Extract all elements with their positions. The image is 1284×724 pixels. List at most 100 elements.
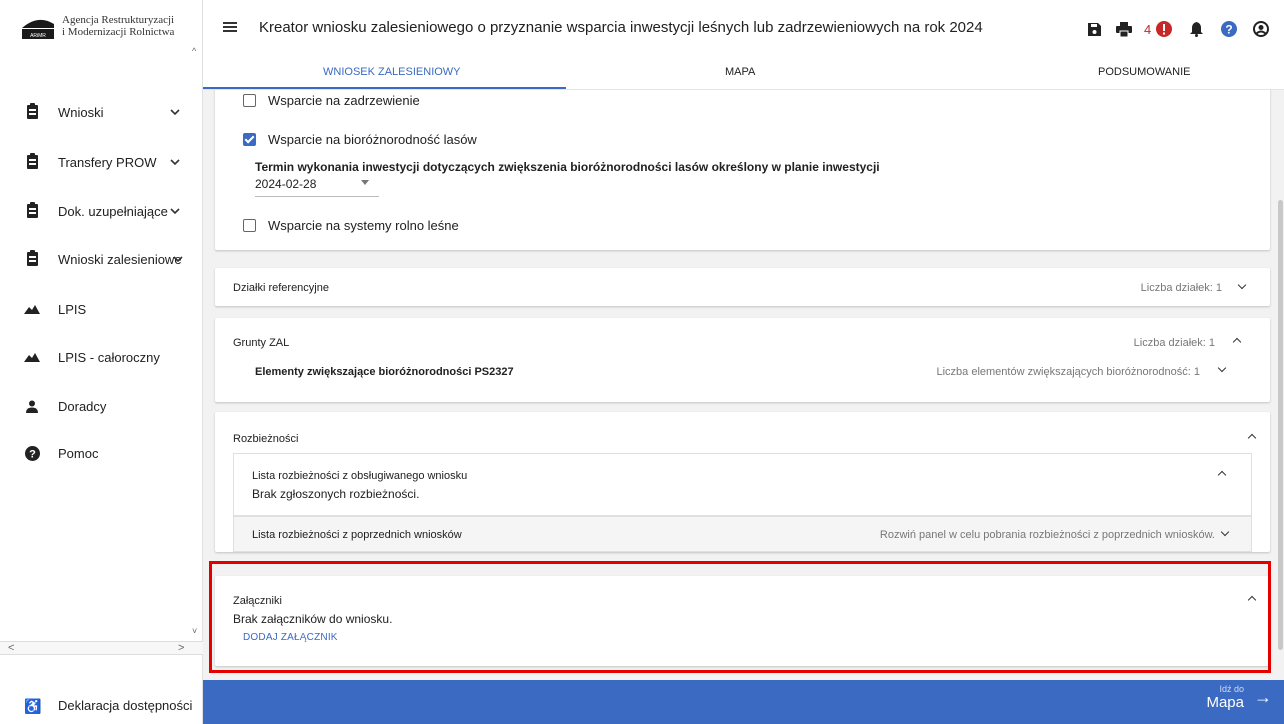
panel-count: Liczba działek: 1 bbox=[1133, 337, 1215, 349]
tab-bar: WNIOSEK ZALESIENIOWY MAPA PODSUMOWANIE bbox=[203, 57, 1284, 90]
checkbox-label: Wsparcie na bioróżnorodność lasów bbox=[268, 132, 477, 147]
chevron-down-icon bbox=[170, 107, 180, 118]
chevron-up-icon[interactable] bbox=[1233, 336, 1241, 344]
save-icon[interactable] bbox=[1087, 22, 1102, 37]
help-icon: ? bbox=[24, 445, 40, 461]
agency-name-line1: Agencja Restrukturyzacji bbox=[62, 14, 175, 26]
scroll-left-icon[interactable]: < bbox=[8, 642, 14, 654]
main-content: Wsparcie na zadrzewienie Wsparcie na bio… bbox=[203, 90, 1284, 680]
tab-mapa[interactable]: MAPA bbox=[725, 66, 755, 78]
sidebar-item-wnioski-zalesieniowe[interactable]: Wnioski zalesieniowe bbox=[0, 244, 192, 274]
sidebar-item-label: Wnioski bbox=[58, 104, 104, 120]
account-icon[interactable] bbox=[1253, 21, 1270, 37]
checkbox-row-bioroznorodnosc[interactable]: Wsparcie na bioróżnorodność lasów bbox=[243, 132, 477, 147]
mountain-icon bbox=[24, 301, 40, 317]
subpanel-current-discrepancies[interactable]: Lista rozbieżności z obsługiwanego wnios… bbox=[233, 453, 1252, 516]
accessibility-declaration-link[interactable]: ♿ Deklaracja dostępności bbox=[0, 696, 203, 716]
header-actions: 4 ? bbox=[1073, 16, 1270, 42]
tab-podsumowanie[interactable]: PODSUMOWANIE bbox=[1098, 66, 1191, 78]
sidebar-item-lpis-caloroczny[interactable]: LPIS - całoroczny bbox=[0, 342, 192, 372]
alert-icon bbox=[1156, 21, 1173, 37]
page-title: Kreator wniosku zalesieniowego o przyzna… bbox=[259, 19, 983, 36]
sidebar-item-label: LPIS bbox=[58, 301, 87, 317]
subpanel-count: Liczba elementów zwiększających bioróżno… bbox=[936, 366, 1200, 378]
checkbox-systemy-rolno-lesne[interactable] bbox=[243, 219, 256, 232]
subpanel-title: Lista rozbieżności z poprzednich wnioskó… bbox=[252, 529, 462, 541]
checkbox-row-systemy[interactable]: Wsparcie na systemy rolno leśne bbox=[243, 218, 459, 233]
chevron-down-icon bbox=[170, 157, 180, 168]
mountain-icon bbox=[24, 349, 40, 365]
accessibility-declaration-label: Deklaracja dostępności bbox=[58, 698, 193, 713]
clipboard-icon bbox=[24, 103, 40, 120]
panel-grunty-zal[interactable]: Grunty ZAL Liczba działek: 1 Elementy zw… bbox=[215, 318, 1270, 402]
chevron-up-icon[interactable] bbox=[1248, 594, 1256, 602]
svg-text:ARiMR: ARiMR bbox=[30, 33, 46, 39]
chevron-down-icon[interactable] bbox=[1238, 282, 1246, 290]
goto-map-button[interactable]: Idź do Mapa → bbox=[1206, 684, 1272, 711]
subpanel-title: Lista rozbieżności z obsługiwanego wnios… bbox=[252, 470, 468, 482]
checkbox-row-zadrzewienie[interactable]: Wsparcie na zadrzewienie bbox=[243, 93, 420, 108]
sidebar: ARiMR Agencja Restrukturyzacji i Moderni… bbox=[0, 0, 203, 724]
termin-value: 2024-02-28 bbox=[255, 177, 317, 191]
chevron-down-icon[interactable] bbox=[1221, 529, 1229, 537]
panel-rozbieznosci[interactable]: Rozbieżności Lista rozbieżności z obsług… bbox=[215, 412, 1270, 552]
sidebar-scroll-down-icon[interactable]: ˅ bbox=[192, 626, 197, 636]
tab-wniosek-zalesieniowy[interactable]: WNIOSEK ZALESIENIOWY bbox=[323, 66, 461, 78]
checkbox-bioroznorodnosc[interactable] bbox=[243, 133, 256, 146]
panel-dzialki-referencyjne[interactable]: Działki referencyjne Liczba działek: 1 bbox=[215, 268, 1270, 306]
menu-icon[interactable] bbox=[223, 22, 237, 32]
arrow-right-icon: → bbox=[1254, 687, 1272, 707]
scroll-right-icon[interactable]: > bbox=[178, 642, 184, 654]
active-tab-indicator bbox=[203, 87, 566, 89]
panel-title: Rozbieżności bbox=[233, 433, 299, 445]
no-discrepancies-text: Brak zgłoszonych rozbieżności. bbox=[252, 487, 420, 501]
sidebar-item-label: Dok. uzupełniające bbox=[58, 203, 168, 219]
panel-zalaczniki[interactable]: Załączniki Brak załączników do wniosku. … bbox=[215, 576, 1270, 666]
clipboard-icon bbox=[24, 250, 40, 267]
sidebar-item-label: Wnioski zalesieniowe bbox=[58, 251, 182, 267]
chevron-up-icon[interactable] bbox=[1248, 432, 1256, 440]
agency-name-line2: i Modernizacji Rolnictwa bbox=[62, 26, 175, 38]
sidebar-scroll-up-icon[interactable]: ^ bbox=[192, 46, 196, 56]
termin-date-select[interactable]: 2024-02-28 bbox=[255, 175, 379, 197]
chevron-down-icon[interactable] bbox=[1218, 365, 1226, 373]
clipboard-icon bbox=[24, 153, 40, 170]
no-attachments-text: Brak załączników do wniosku. bbox=[233, 612, 393, 626]
help-icon[interactable]: ? bbox=[1221, 21, 1238, 37]
panel-title: Działki referencyjne bbox=[233, 282, 329, 294]
goto-small-label: Idź do bbox=[1219, 684, 1244, 694]
scrollbar-thumb[interactable] bbox=[1278, 200, 1283, 650]
checkbox-zadrzewienie[interactable] bbox=[243, 94, 256, 107]
arimr-logo-icon: ARiMR bbox=[22, 19, 54, 39]
svg-text:?: ? bbox=[1226, 23, 1233, 37]
sidebar-item-wnioski[interactable]: Wnioski bbox=[0, 97, 192, 127]
add-attachment-button[interactable]: DODAJ ZAŁĄCZNIK bbox=[243, 632, 338, 643]
sidebar-item-label: Doradcy bbox=[58, 398, 107, 414]
checkbox-label: Wsparcie na zadrzewienie bbox=[268, 93, 420, 108]
chevron-up-icon[interactable] bbox=[1218, 469, 1226, 477]
bell-icon[interactable] bbox=[1190, 21, 1204, 37]
agency-logo[interactable]: ARiMR Agencja Restrukturyzacji i Moderni… bbox=[20, 14, 174, 40]
sidebar-item-label: Transfery PROW bbox=[58, 154, 157, 170]
sidebar-item-lpis[interactable]: LPIS bbox=[0, 294, 192, 324]
support-options-card: Wsparcie na zadrzewienie Wsparcie na bio… bbox=[215, 90, 1270, 250]
sidebar-item-doradcy[interactable]: Doradcy bbox=[0, 391, 192, 421]
alerts-indicator[interactable]: 4 bbox=[1144, 21, 1173, 37]
termin-label: Termin wykonania inwestycji dotyczących … bbox=[255, 160, 880, 174]
panel-title: Grunty ZAL bbox=[233, 337, 290, 349]
print-icon[interactable] bbox=[1116, 21, 1132, 37]
dropdown-arrow-icon bbox=[361, 180, 369, 185]
sidebar-item-dok-uzupelniajace[interactable]: Dok. uzupełniające bbox=[0, 196, 192, 226]
alert-count: 4 bbox=[1144, 21, 1152, 37]
subpanel-previous-discrepancies[interactable]: Lista rozbieżności z poprzednich wnioskó… bbox=[233, 516, 1252, 552]
person-icon bbox=[24, 398, 40, 414]
app-header: Kreator wniosku zalesieniowego o przyzna… bbox=[203, 0, 1284, 90]
sidebar-item-transfery-prow[interactable]: Transfery PROW bbox=[0, 147, 192, 177]
subpanel-title[interactable]: Elementy zwiększające bioróżnorodności P… bbox=[255, 366, 514, 378]
panel-count: Liczba działek: 1 bbox=[1140, 282, 1222, 294]
sidebar-horizontal-scrollbar[interactable]: < > bbox=[0, 641, 203, 655]
content-scrollbar[interactable] bbox=[1276, 90, 1284, 680]
accessibility-icon: ♿ bbox=[24, 698, 42, 714]
sidebar-item-pomoc[interactable]: ? Pomoc bbox=[0, 438, 192, 468]
subpanel-hint: Rozwiń panel w celu pobrania rozbieżnośc… bbox=[879, 529, 1215, 541]
